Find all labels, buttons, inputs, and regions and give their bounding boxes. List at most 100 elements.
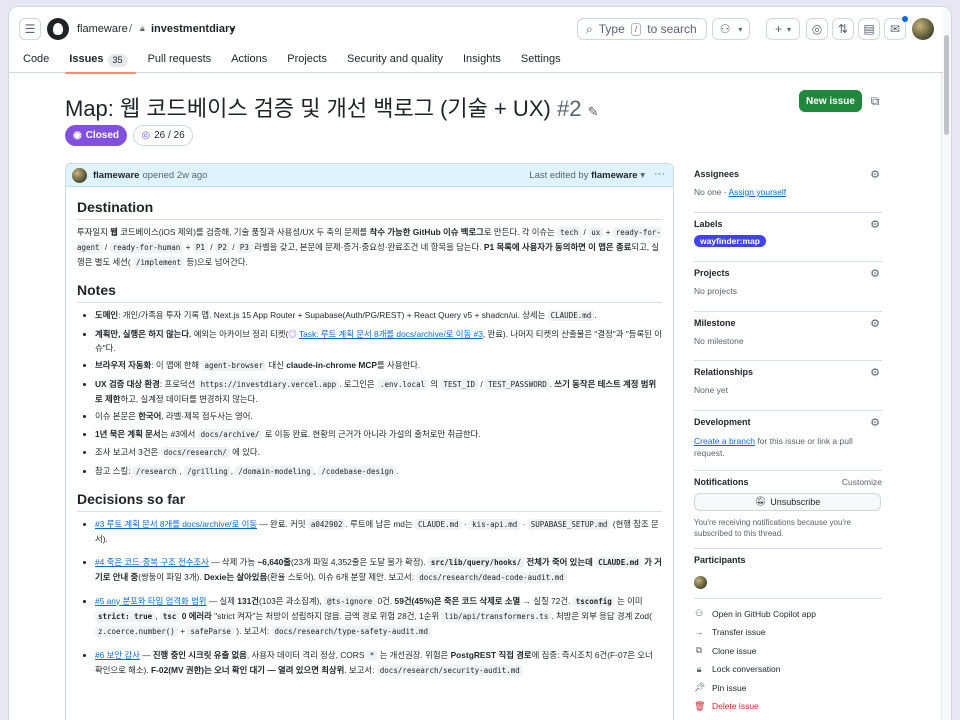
- app-header: ☰ flameware / 🔒︎ investmentdiary ▾ ⌕ Type…: [9, 7, 943, 74]
- issue-actions: ⚇ Open in GitHub Copilot app → Transfer is…: [694, 599, 882, 716]
- list-item: #4 죽은 코드·중복 구조 전수조사 — 삭제 가능 ~6,640줄(23개 …: [95, 555, 662, 585]
- search-shortcut: /: [630, 22, 642, 36]
- list-item: #6 보안 감사 — 진행 중인 시크릿 유출 없음, 사용자 데이터 격리 정…: [95, 648, 662, 678]
- copilot-icon: ⚇: [719, 22, 731, 36]
- participants-section: Participants: [694, 549, 882, 599]
- repo-tabs: Code Issues 35 Pull requests Actions Proj…: [23, 51, 581, 74]
- tab-pull-requests[interactable]: Pull requests: [148, 51, 220, 73]
- projects-section: Projects ⚙ No projects: [694, 262, 882, 312]
- repositories-icon[interactable]: ▤: [858, 18, 880, 40]
- edit-history[interactable]: Last edited by flameware ▾: [529, 170, 645, 181]
- tab-code[interactable]: Code: [23, 51, 57, 73]
- list-item: 조사 보고서 3건은 docs/research/ 에 있다.: [95, 445, 662, 460]
- owner-link[interactable]: flameware: [77, 23, 128, 35]
- copy-link-icon[interactable]: ⧉: [867, 93, 883, 109]
- search-icon: ⌕: [586, 21, 593, 36]
- relationships-section: Relationships ⚙ None yet: [694, 361, 882, 411]
- paragraph: 투자일지 웹 코드베이스(iOS 제외)를 검증해, 기술 품질과 사용성/UX…: [77, 227, 661, 268]
- avatar[interactable]: [912, 18, 934, 40]
- edit-pencil-icon[interactable]: ✎: [588, 104, 599, 119]
- assign-yourself-link[interactable]: Assign yourself: [729, 187, 787, 197]
- repo-link[interactable]: investmentdiary: [151, 23, 235, 35]
- issue-link[interactable]: #5 any 분포와 타입 엄격화 범위: [95, 596, 207, 606]
- label-badge[interactable]: wayfinder:map: [694, 234, 766, 247]
- list-item: 참고 스킬: /research, /grilling, /domain-mod…: [95, 464, 662, 479]
- development-section: Development ⚙ Create a branch for this iss…: [694, 411, 882, 471]
- issues-icon[interactable]: ◎: [806, 18, 828, 40]
- gear-icon[interactable]: ⚙: [870, 416, 880, 429]
- issue-body: flameware opened 2w ago Last edited by fl…: [65, 163, 674, 720]
- create-branch-link[interactable]: Create a branch: [694, 436, 755, 446]
- check-circle-icon: ◉: [72, 130, 82, 141]
- heading-decisions: Decisions so far: [77, 492, 662, 512]
- plus-icon: +: [774, 22, 782, 36]
- transfer-issue-action[interactable]: → Transfer issue: [694, 623, 882, 642]
- labels-section: Labels ⚙ wayfinder:map: [694, 213, 882, 262]
- new-issue-button[interactable]: New issue: [799, 90, 862, 112]
- list-item: 도메인: 개인/가족용 투자 기록 앱. Next.js 15 App Rout…: [95, 308, 662, 323]
- notification-dot: [902, 16, 908, 22]
- lock-conversation-action[interactable]: 🔒︎ Lock conversation: [694, 660, 882, 679]
- bell-slash-icon: 🔕︎: [754, 496, 767, 506]
- issues-count: 35: [107, 54, 128, 67]
- notifications-section: Notifications Customize 🔕︎ Unsubscribe You'r…: [694, 471, 882, 549]
- open-in-copilot-action[interactable]: ⚇ Open in GitHub Copilot app: [694, 605, 882, 624]
- pin-icon: 📌︎: [694, 682, 706, 693]
- chevron-down-icon: ▾: [738, 24, 743, 34]
- search-input[interactable]: ⌕ Type / to search: [577, 18, 707, 40]
- list-item: #3 루트 계획 문서 8개를 docs/archive/로 이동 — 완료. …: [95, 517, 662, 546]
- status-badge: ◉ Closed: [65, 125, 127, 146]
- browser-window: ☰ flameware / 🔒︎ investmentdiary ▾ ⌕ Type…: [8, 6, 952, 720]
- notes-list: 도메인: 개인/가족용 투자 기록 앱. Next.js 15 App Rout…: [95, 308, 662, 479]
- list-item: UX 검증 대상 환경: 프로덕션 https://investdiary.ve…: [95, 377, 662, 406]
- create-new-button[interactable]: + ▾: [766, 18, 800, 40]
- github-logo-icon[interactable]: [47, 18, 69, 40]
- decisions-list: #3 루트 계획 문서 8개를 docs/archive/로 이동 — 완료. …: [95, 517, 662, 678]
- issue-link[interactable]: Task: 루트 계획 문서 8개를 docs/archive/로 이동 #3: [299, 329, 483, 339]
- tab-settings[interactable]: Settings: [521, 51, 569, 73]
- pin-issue-action[interactable]: 📌︎ Pin issue: [694, 679, 882, 698]
- delete-issue-action[interactable]: 🗑︎ Delete issue: [694, 697, 882, 716]
- author-link[interactable]: flameware: [93, 170, 139, 181]
- tab-projects[interactable]: Projects: [287, 51, 335, 73]
- tab-security[interactable]: Security and quality: [347, 51, 451, 73]
- gear-icon[interactable]: ⚙: [870, 366, 880, 379]
- gear-icon[interactable]: ⚙: [870, 267, 880, 280]
- progress-circle-icon: ◎: [141, 130, 151, 141]
- issue-link[interactable]: #4 죽은 코드·중복 구조 전수조사: [95, 557, 209, 567]
- gear-icon[interactable]: ⚙: [870, 317, 880, 330]
- avatar[interactable]: [72, 167, 87, 183]
- pull-requests-icon[interactable]: ⇅: [832, 18, 854, 40]
- tab-insights[interactable]: Insights: [463, 51, 509, 73]
- markdown-body: Destination 투자일지 웹 코드베이스(iOS 제외)를 검증해, 기…: [66, 200, 673, 678]
- tab-actions[interactable]: Actions: [231, 51, 275, 73]
- menu-icon[interactable]: ☰: [19, 18, 41, 40]
- heading-notes: Notes: [77, 283, 662, 303]
- avatar[interactable]: [694, 575, 707, 589]
- more-options-icon[interactable]: ···: [654, 168, 665, 180]
- list-item: 이슈 본문은 한국어, 라벨·제목 접두사는 영어.: [95, 409, 662, 423]
- chevron-down-icon: ▾: [787, 24, 792, 34]
- gear-icon[interactable]: ⚙: [870, 168, 880, 181]
- milestone-section: Milestone ⚙ No milestone: [694, 312, 882, 361]
- copilot-button[interactable]: ⚇ ▾: [712, 18, 750, 40]
- unsubscribe-button[interactable]: 🔕︎ Unsubscribe: [694, 492, 881, 511]
- issue-link[interactable]: #3 루트 계획 문서 8개를 docs/archive/로 이동: [95, 519, 257, 529]
- scrollbar[interactable]: [941, 7, 951, 720]
- heading-destination: Destination: [77, 200, 662, 220]
- customize-link[interactable]: Customize: [842, 477, 882, 487]
- issue-title: Map: 웹 코드베이스 검증 및 개선 백로그 (기술 + UX) #2 ✎: [65, 96, 599, 121]
- trash-icon: 🗑︎: [694, 700, 706, 711]
- transfer-icon: →: [694, 627, 704, 638]
- clone-issue-action[interactable]: ⧉ Clone issue: [694, 642, 882, 661]
- list-item: 계획만, 실행은 하지 않는다. 예외는 아카이브 정리 티켓(◎ Task: …: [95, 327, 662, 355]
- gear-icon[interactable]: ⚙: [870, 218, 880, 231]
- subissue-progress[interactable]: ◎ 26 / 26: [133, 125, 193, 146]
- scrollbar-thumb[interactable]: [944, 35, 949, 135]
- breadcrumb-separator: /: [129, 23, 133, 35]
- comment-header: flameware opened 2w ago Last edited by fl…: [66, 164, 673, 187]
- tab-issues[interactable]: Issues 35: [65, 51, 136, 74]
- issue-number: #2: [556, 96, 582, 121]
- chevron-down-icon[interactable]: ▾: [231, 25, 235, 34]
- issue-link[interactable]: #6 보안 감사: [95, 650, 140, 660]
